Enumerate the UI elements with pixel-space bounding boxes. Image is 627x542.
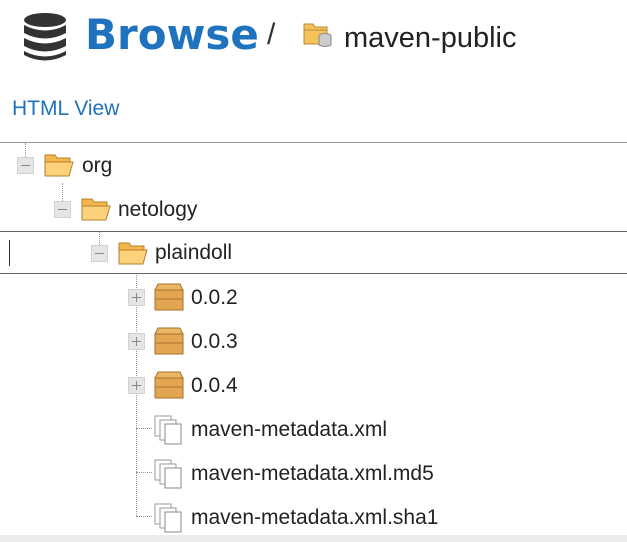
tree-node-plaindoll[interactable]: plaindoll	[0, 231, 627, 274]
tree-node-label: org	[82, 154, 113, 177]
selection-caret	[9, 240, 10, 266]
folder-open-icon	[44, 154, 74, 177]
html-view-link[interactable]: HTML View	[12, 97, 119, 121]
collapse-toggle-icon[interactable]	[17, 157, 34, 174]
tree-node-file[interactable]: maven-metadata.xml.sha1	[0, 495, 627, 539]
tree-node-file[interactable]: maven-metadata.xml	[0, 407, 627, 451]
tree-node-version[interactable]: 0.0.3	[0, 319, 627, 363]
expand-toggle-icon[interactable]	[128, 289, 145, 306]
file-stack-icon	[154, 459, 182, 489]
tree-node-label: 0.0.2	[191, 286, 238, 309]
tree-node-label: netology	[118, 198, 198, 221]
breadcrumb-repository[interactable]: maven-public	[344, 22, 516, 55]
component-box-icon	[154, 371, 184, 399]
tree-node-version[interactable]: 0.0.4	[0, 363, 627, 407]
horizontal-scrollbar[interactable]	[0, 535, 627, 542]
tree-node-label: 0.0.4	[191, 374, 238, 397]
repository-tree: org netology plaindoll 0.0.2 0.0.3 0.0.4…	[0, 143, 627, 542]
tree-node-label: maven-metadata.xml	[191, 418, 388, 441]
tree-node-version[interactable]: 0.0.2	[0, 275, 627, 319]
tree-node-label: maven-metadata.xml.md5	[191, 462, 434, 485]
page-header: Browse / maven-public	[0, 0, 627, 78]
repository-folder-icon	[303, 23, 332, 47]
tree-node-netology[interactable]: netology	[0, 187, 627, 231]
expand-toggle-icon[interactable]	[128, 333, 145, 350]
tree-node-label: plaindoll	[155, 241, 233, 264]
expand-toggle-icon[interactable]	[128, 377, 145, 394]
folder-open-icon	[118, 242, 148, 265]
collapse-toggle-icon[interactable]	[54, 201, 71, 218]
tree-node-label: 0.0.3	[191, 330, 238, 353]
component-box-icon	[154, 327, 184, 355]
collapse-toggle-icon[interactable]	[91, 245, 108, 262]
folder-open-icon	[81, 198, 111, 221]
tree-node-org[interactable]: org	[0, 143, 627, 187]
file-stack-icon	[154, 503, 182, 533]
page-title: Browse	[85, 10, 259, 59]
component-box-icon	[154, 283, 184, 311]
file-stack-icon	[154, 415, 182, 445]
tree-node-file[interactable]: maven-metadata.xml.md5	[0, 451, 627, 495]
breadcrumb-separator: /	[267, 18, 276, 51]
tree-node-label: maven-metadata.xml.sha1	[191, 506, 439, 529]
database-icon	[24, 13, 66, 61]
